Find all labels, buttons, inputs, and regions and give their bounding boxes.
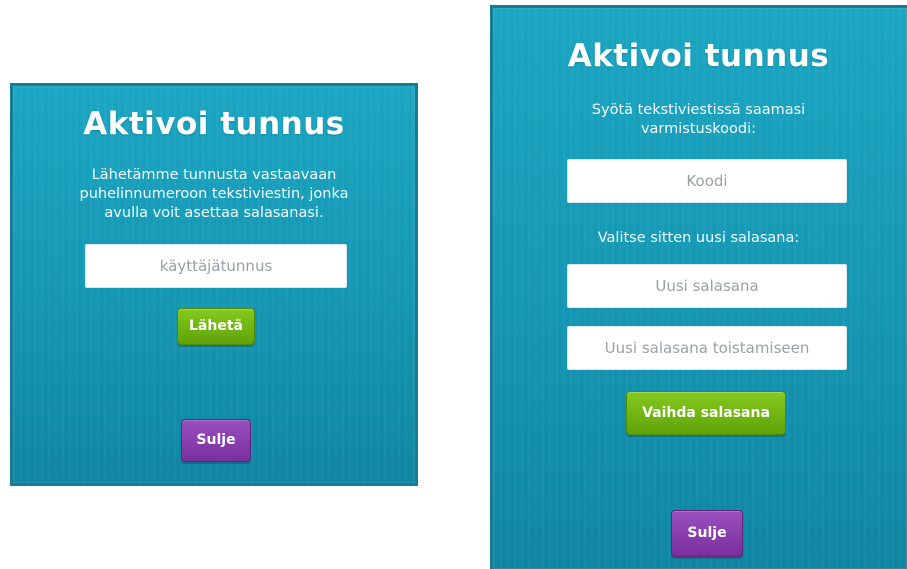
username-input[interactable]: käyttäjätunnus	[85, 244, 347, 288]
password-instruction: Valitse sitten uusi salasana:	[597, 230, 800, 246]
set-password-dialog: Aktivoi tunnus Syötä tekstiviestissä saa…	[490, 5, 907, 569]
new-password-input[interactable]: Uusi salasana	[567, 264, 847, 308]
description-line: puhelinnumeroon tekstiviestin, jonka	[79, 186, 349, 202]
description-line: avulla voit asettaa salasanasi.	[104, 205, 324, 221]
send-button[interactable]: Lähetä	[177, 308, 255, 345]
description-line: Lähetämme tunnusta vastaavaan	[91, 167, 337, 183]
code-instruction: Syötä tekstiviestissä saamasi varmistusk…	[493, 101, 904, 139]
repeat-password-input[interactable]: Uusi salasana toistamiseen	[567, 326, 847, 370]
change-password-button[interactable]: Vaihda salasana	[626, 391, 786, 435]
close-button[interactable]: Sulje	[671, 510, 743, 557]
dialog-title: Aktivoi tunnus	[83, 106, 345, 142]
code-input[interactable]: Koodi	[567, 159, 847, 203]
dialog-title: Aktivoi tunnus	[567, 38, 830, 74]
dialog-description: Lähetämme tunnusta vastaavaan puhelinnum…	[13, 166, 415, 223]
instruction-line: Syötä tekstiviestissä saamasi	[591, 102, 806, 118]
activate-account-dialog: Aktivoi tunnus Lähetämme tunnusta vastaa…	[10, 83, 418, 486]
close-button[interactable]: Sulje	[181, 419, 251, 462]
instruction-line: varmistuskoodi:	[640, 121, 757, 137]
